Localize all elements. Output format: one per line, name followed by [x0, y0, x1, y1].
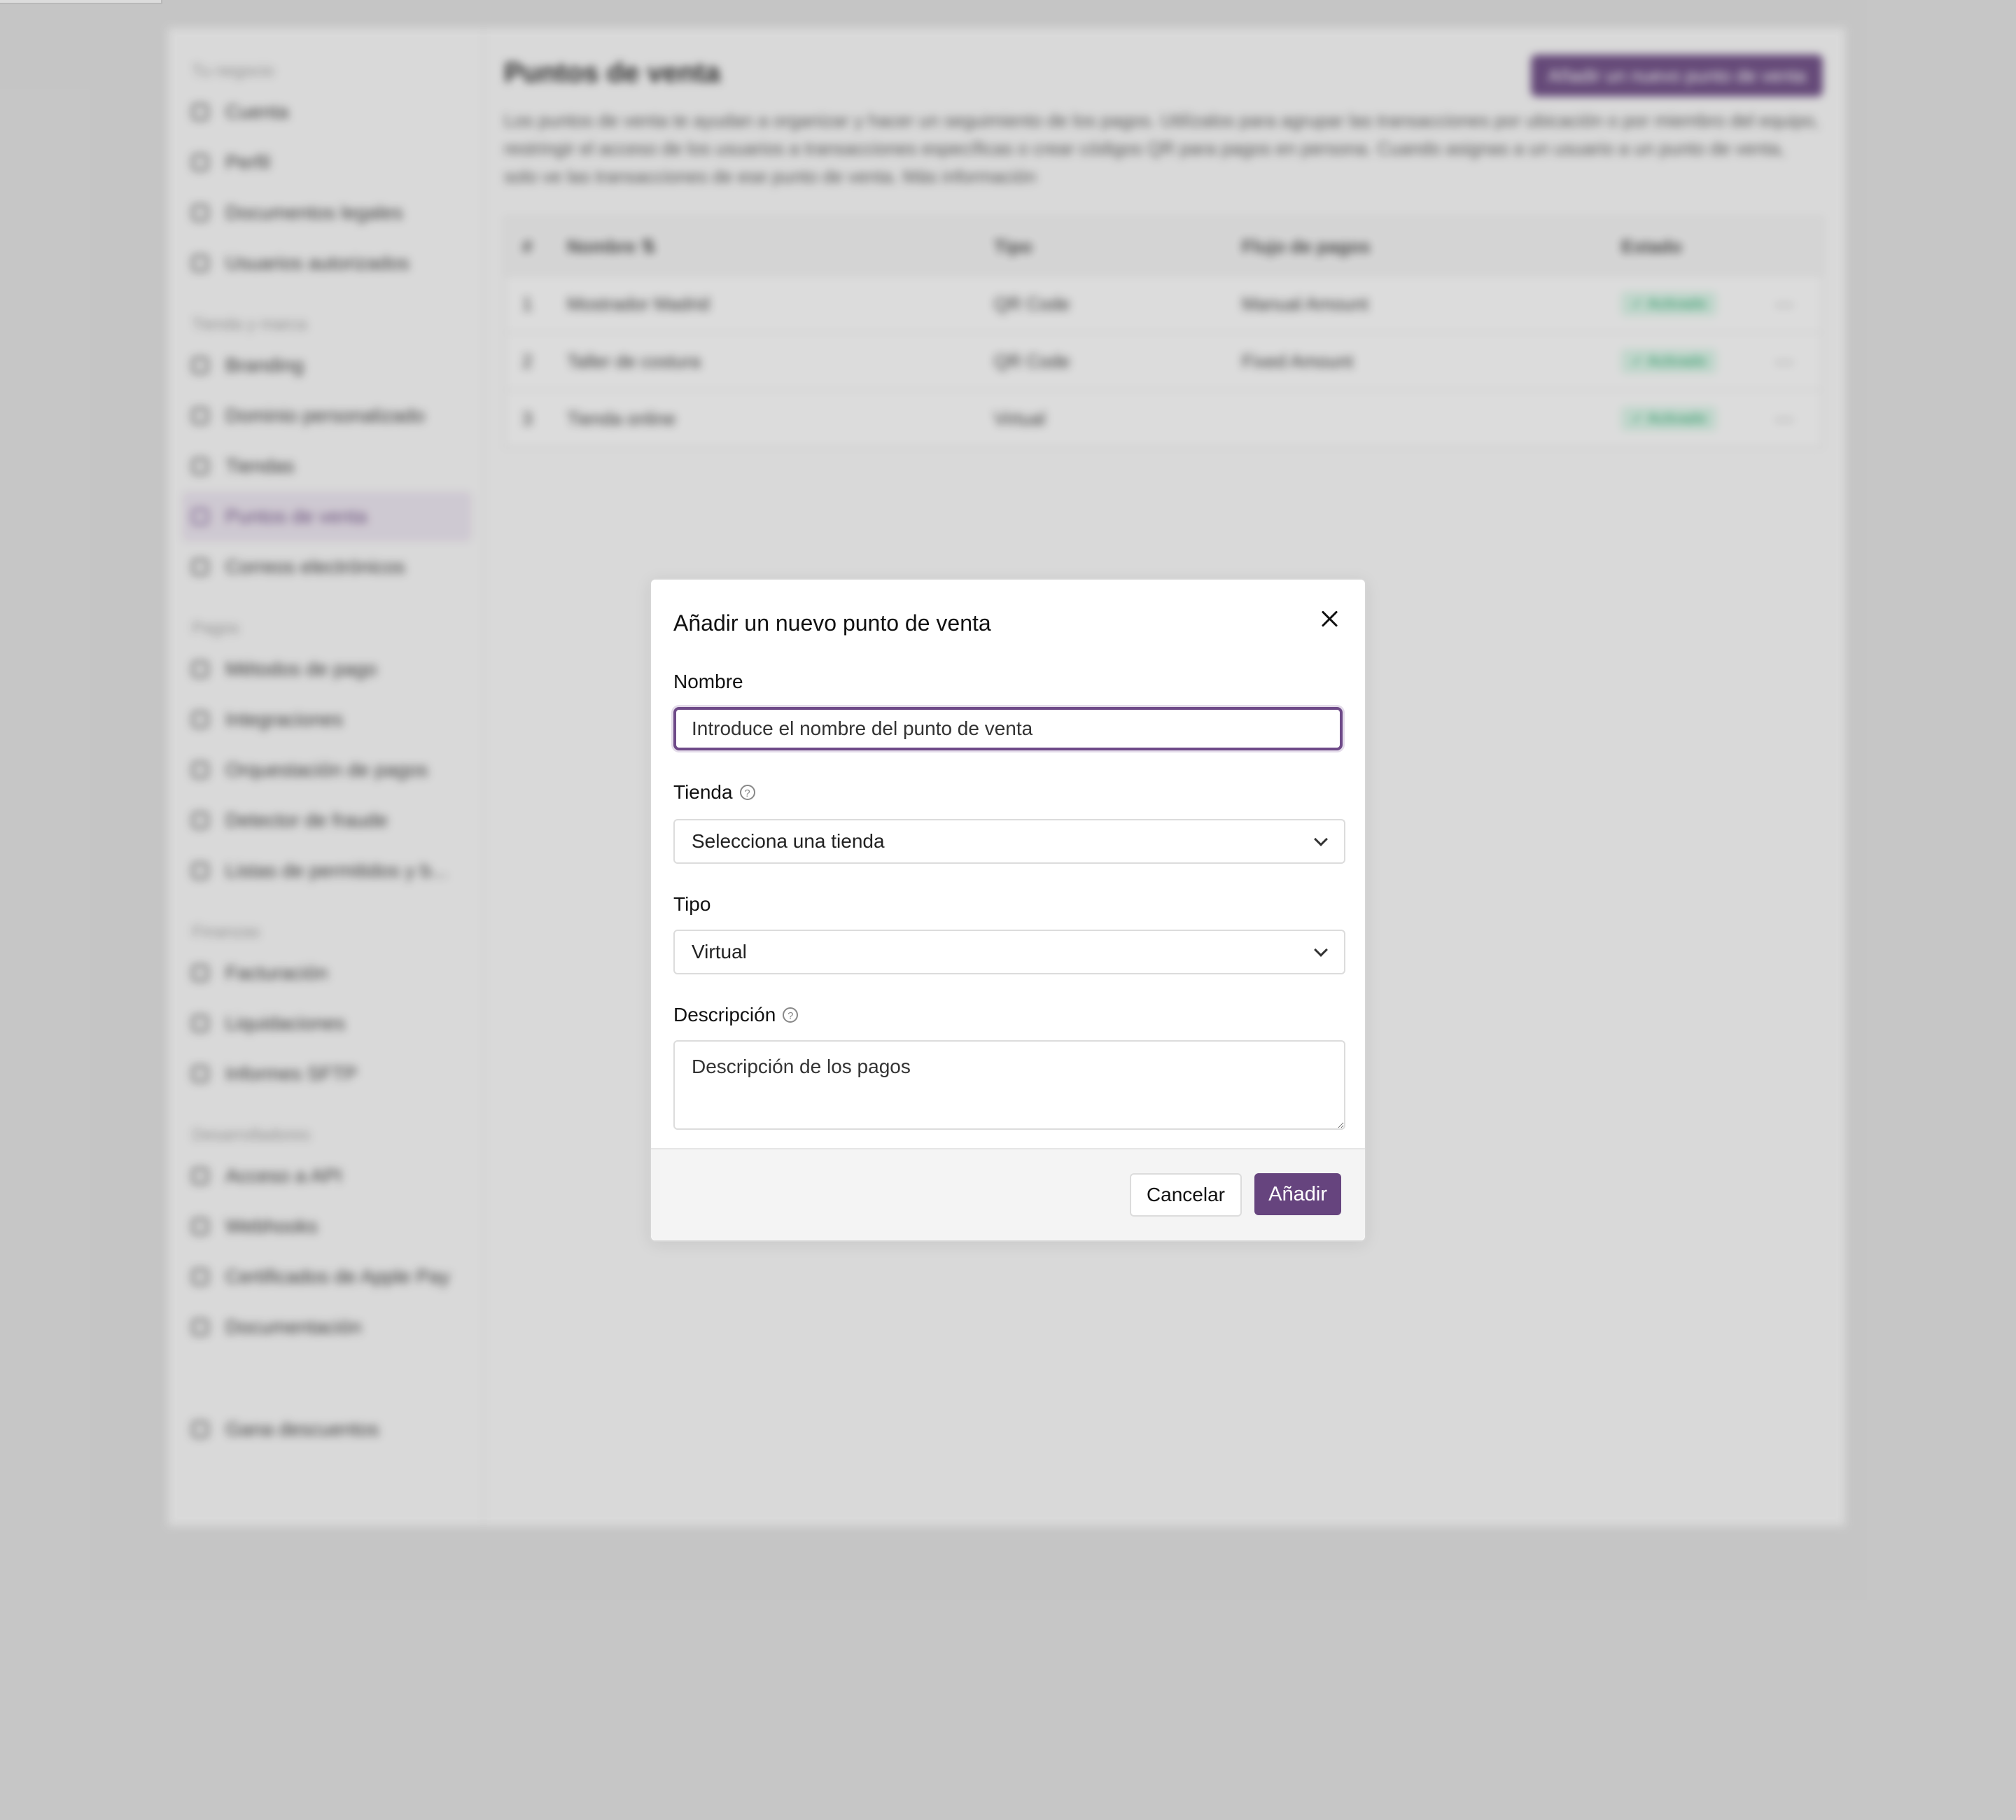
name-label-text: Nombre [673, 671, 743, 692]
store-label: Tienda ? [673, 781, 755, 804]
description-label: Descripción ? [673, 1004, 799, 1026]
help-icon[interactable]: ? [783, 1007, 799, 1023]
type-label-text: Tipo [673, 893, 711, 915]
add-button[interactable]: Añadir [1254, 1173, 1341, 1215]
chevron-down-icon [1314, 832, 1328, 846]
store-select[interactable]: Selecciona una tienda [673, 819, 1345, 864]
type-label: Tipo [673, 893, 710, 916]
store-label-text: Tienda [673, 781, 733, 803]
chevron-down-icon [1314, 943, 1328, 957]
description-label-text: Descripción [673, 1004, 776, 1026]
store-select-value: Selecciona una tienda [692, 830, 885, 852]
cancel-button[interactable]: Cancelar [1129, 1173, 1242, 1217]
add-point-of-sale-modal: Añadir un nuevo punto de venta Nombre Ti… [650, 578, 1366, 1242]
name-label: Nombre [673, 671, 743, 693]
help-icon[interactable]: ? [739, 785, 755, 800]
modal-footer: Cancelar Añadir [651, 1148, 1365, 1240]
name-input[interactable] [673, 707, 1343, 750]
type-select-value: Virtual [692, 941, 747, 962]
description-textarea[interactable] [673, 1040, 1345, 1130]
modal-title: Añadir un nuevo punto de venta [673, 610, 991, 636]
type-select[interactable]: Virtual [673, 930, 1345, 974]
close-icon[interactable] [1320, 609, 1340, 629]
